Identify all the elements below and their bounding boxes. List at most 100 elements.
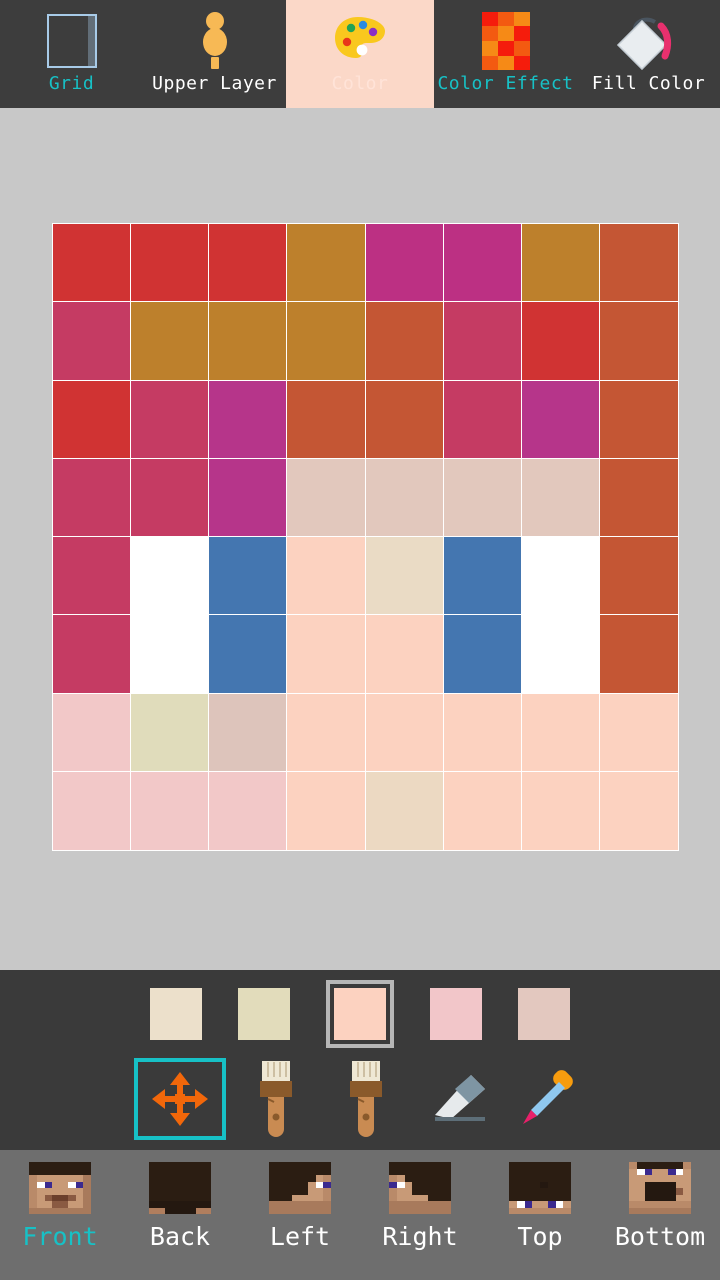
eraser-tool[interactable] — [416, 1058, 496, 1140]
nav-label-right: Right — [382, 1222, 458, 1251]
nav-label-bottom: Bottom — [614, 1222, 706, 1251]
color-swatch-1[interactable] — [150, 988, 202, 1040]
pixel-cell-r0-c6[interactable] — [521, 224, 600, 303]
color-swatch-row — [0, 980, 720, 1048]
nav-item-front[interactable]: Front — [0, 1150, 120, 1280]
pixel-cell-r7-c6[interactable] — [521, 771, 600, 850]
pixel-cell-r6-c2[interactable] — [209, 693, 288, 772]
nav-label-back: Back — [149, 1222, 211, 1251]
pixel-cell-r5-c2[interactable] — [209, 615, 288, 694]
pixel-cell-r7-c7[interactable] — [599, 771, 678, 850]
pixel-cell-r1-c6[interactable] — [521, 302, 600, 381]
pixel-cell-r2-c7[interactable] — [599, 380, 678, 459]
pixel-cell-r4-c6[interactable] — [521, 537, 600, 616]
pixel-cell-r6-c1[interactable] — [131, 693, 210, 772]
pixel-cell-r5-c6[interactable] — [521, 615, 600, 694]
pixel-cell-r1-c5[interactable] — [443, 302, 522, 381]
pixel-cell-r5-c5[interactable] — [443, 615, 522, 694]
pixel-cell-r6-c7[interactable] — [599, 693, 678, 772]
pixel-cell-r2-c5[interactable] — [443, 380, 522, 459]
pixel-cell-r2-c0[interactable] — [53, 380, 132, 459]
nav-item-top[interactable]: Top — [480, 1150, 600, 1280]
pixel-cell-r4-c1[interactable] — [131, 537, 210, 616]
pixel-cell-r0-c3[interactable] — [287, 224, 366, 303]
color-swatch-4[interactable] — [430, 988, 482, 1040]
pixel-cell-r1-c4[interactable] — [365, 302, 444, 381]
canvas-area[interactable] — [0, 108, 720, 970]
pixel-cell-r6-c5[interactable] — [443, 693, 522, 772]
nav-item-left[interactable]: Left — [240, 1150, 360, 1280]
pixel-cell-r0-c7[interactable] — [599, 224, 678, 303]
pixel-cell-r5-c7[interactable] — [599, 615, 678, 694]
tool-button-row — [0, 1056, 720, 1142]
pixel-cell-r3-c3[interactable] — [287, 458, 366, 537]
pixel-cell-r2-c2[interactable] — [209, 380, 288, 459]
pixel-cell-r5-c3[interactable] — [287, 615, 366, 694]
pixel-cell-r3-c7[interactable] — [599, 458, 678, 537]
pixel-cell-r0-c2[interactable] — [209, 224, 288, 303]
nav-item-back[interactable]: Back — [120, 1150, 240, 1280]
pixel-cell-r0-c0[interactable] — [53, 224, 132, 303]
pixel-cell-r0-c4[interactable] — [365, 224, 444, 303]
pixel-cell-r3-c1[interactable] — [131, 458, 210, 537]
pixel-cell-r0-c1[interactable] — [131, 224, 210, 303]
pixel-cell-r4-c4[interactable] — [365, 537, 444, 616]
nav-item-right[interactable]: Right — [360, 1150, 480, 1280]
pixel-cell-r6-c4[interactable] — [365, 693, 444, 772]
tab-upper-layer[interactable]: Upper Layer — [143, 0, 286, 108]
swatch-chip — [238, 988, 290, 1040]
pixel-cell-r5-c4[interactable] — [365, 615, 444, 694]
brush-large-tool[interactable] — [326, 1058, 406, 1140]
pixel-cell-r6-c6[interactable] — [521, 693, 600, 772]
eyedropper-tool[interactable] — [506, 1058, 586, 1140]
eraser-icon — [435, 1075, 485, 1121]
paintbrush-icon — [260, 1061, 292, 1137]
pixel-cell-r1-c1[interactable] — [131, 302, 210, 381]
pixel-cell-r2-c1[interactable] — [131, 380, 210, 459]
pixel-cell-r3-c6[interactable] — [521, 458, 600, 537]
pixel-cell-r6-c3[interactable] — [287, 693, 366, 772]
nav-item-bottom[interactable]: Bottom — [600, 1150, 720, 1280]
pixel-cell-r1-c0[interactable] — [53, 302, 132, 381]
pixel-cell-r5-c1[interactable] — [131, 615, 210, 694]
pixel-cell-r3-c2[interactable] — [209, 458, 288, 537]
face-thumbnail-top-icon — [509, 1162, 571, 1214]
color-swatch-2[interactable] — [238, 988, 290, 1040]
pixel-cell-r2-c3[interactable] — [287, 380, 366, 459]
pixel-cell-r7-c1[interactable] — [131, 771, 210, 850]
pixel-cell-r3-c4[interactable] — [365, 458, 444, 537]
brush-tool[interactable] — [236, 1058, 316, 1140]
move-tool[interactable] — [134, 1058, 226, 1140]
pixel-grid[interactable] — [53, 224, 678, 850]
pixel-cell-r1-c3[interactable] — [287, 302, 366, 381]
pixel-cell-r7-c3[interactable] — [287, 771, 366, 850]
pixel-cell-r5-c0[interactable] — [53, 615, 132, 694]
pixel-cell-r2-c6[interactable] — [521, 380, 600, 459]
tab-color[interactable]: Color — [286, 0, 434, 108]
swatch-chip — [150, 988, 202, 1040]
pixel-cell-r4-c2[interactable] — [209, 537, 288, 616]
tab-grid-label: Grid — [48, 73, 95, 94]
pixel-cell-r7-c5[interactable] — [443, 771, 522, 850]
face-thumbnail-back-icon — [149, 1162, 211, 1214]
pixel-cell-r1-c2[interactable] — [209, 302, 288, 381]
color-swatch-3[interactable] — [326, 980, 394, 1048]
pixel-cell-r4-c0[interactable] — [53, 537, 132, 616]
pixel-cell-r6-c0[interactable] — [53, 693, 132, 772]
pixel-cell-r3-c5[interactable] — [443, 458, 522, 537]
pixel-cell-r2-c4[interactable] — [365, 380, 444, 459]
pixel-cell-r7-c0[interactable] — [53, 771, 132, 850]
pixel-cell-r4-c5[interactable] — [443, 537, 522, 616]
pixel-cell-r4-c3[interactable] — [287, 537, 366, 616]
tab-grid[interactable]: Grid — [0, 0, 143, 108]
pixel-cell-r0-c5[interactable] — [443, 224, 522, 303]
tab-fill-color[interactable]: Fill Color — [577, 0, 720, 108]
pixel-cell-r7-c4[interactable] — [365, 771, 444, 850]
pixel-cell-r3-c0[interactable] — [53, 458, 132, 537]
color-swatch-5[interactable] — [518, 988, 570, 1040]
pixel-cell-r4-c7[interactable] — [599, 537, 678, 616]
pixel-cell-r7-c2[interactable] — [209, 771, 288, 850]
nav-label-left: Left — [269, 1222, 331, 1251]
pixel-cell-r1-c7[interactable] — [599, 302, 678, 381]
tab-color-effect[interactable]: Color Effect — [434, 0, 577, 108]
